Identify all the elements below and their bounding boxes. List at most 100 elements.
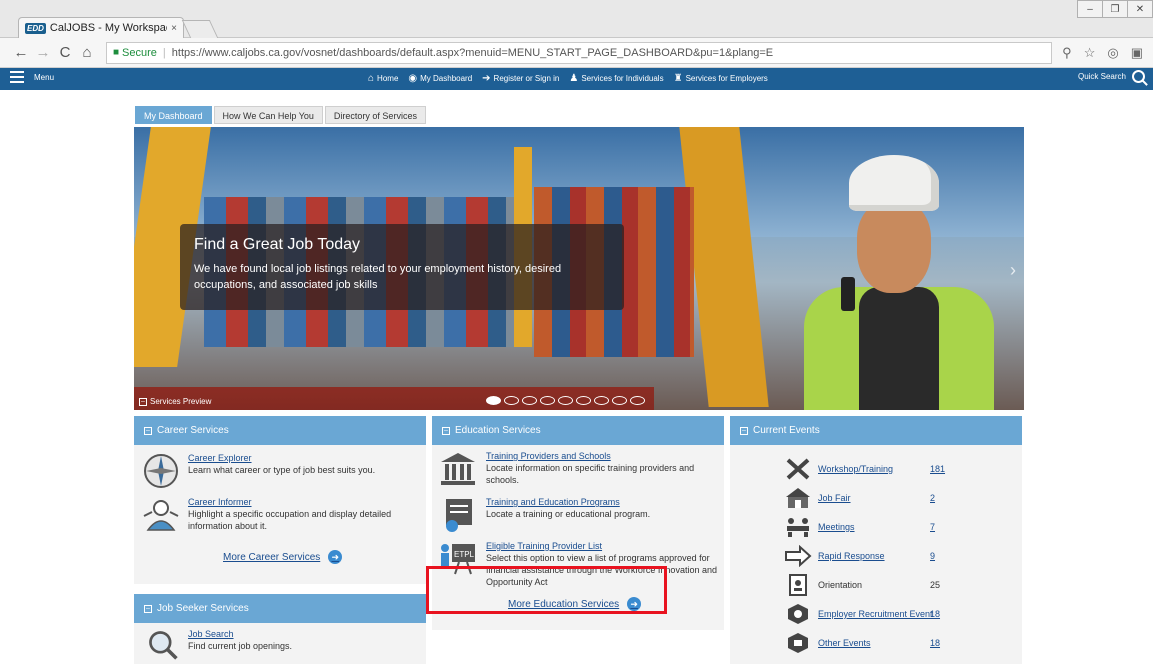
- event-name-link[interactable]: Employer Recruitment Event: [818, 609, 933, 619]
- event-count-link[interactable]: 9: [930, 551, 935, 561]
- bookmark-star-icon[interactable]: ☆: [1084, 45, 1096, 61]
- tools-icon: [786, 458, 810, 480]
- current-events-header[interactable]: – Current Events: [730, 416, 1022, 445]
- list-item: Job Search Find current job openings.: [146, 628, 416, 662]
- event-name-link[interactable]: Rapid Response: [818, 551, 930, 561]
- new-tab-button[interactable]: [181, 20, 219, 38]
- career-explorer-link[interactable]: Career Explorer: [188, 452, 375, 464]
- maximize-icon[interactable]: ❐: [1102, 0, 1128, 18]
- education-services-title: Education Services: [455, 425, 541, 436]
- event-count-link[interactable]: 181: [930, 464, 945, 474]
- job-search-desc: Find current job openings.: [188, 641, 293, 651]
- address-bar[interactable]: ■ Secure | https://www.caljobs.ca.gov/vo…: [106, 41, 1053, 64]
- chevron-right-icon[interactable]: ›: [1010, 260, 1016, 281]
- event-count-link[interactable]: 7: [930, 522, 935, 532]
- career-explorer-body: Career Explorer Learn what career or typ…: [188, 452, 375, 490]
- orientation-document-icon: [789, 574, 807, 596]
- career-explorer-desc: Learn what career or type of job best su…: [188, 465, 376, 475]
- nav-home-label: Home: [377, 74, 399, 83]
- current-events-panel: – Current Events Workshop/Training 181 J…: [730, 416, 1022, 664]
- minimize-icon[interactable]: –: [1077, 0, 1103, 18]
- collapse-box-icon: –: [144, 426, 152, 435]
- etpl-link[interactable]: Eligible Training Provider List: [486, 540, 718, 552]
- event-count-link[interactable]: 2: [930, 493, 935, 503]
- carousel-dot[interactable]: [522, 396, 537, 405]
- extension-icon[interactable]: ◎: [1107, 45, 1118, 61]
- hero-worker: [734, 147, 994, 410]
- event-name-link[interactable]: Meetings: [818, 522, 930, 532]
- nav-services-individuals[interactable]: ♟ Services for Individuals: [569, 73, 663, 84]
- list-item: Training and Education Programs Locate a…: [440, 496, 720, 534]
- window-close-icon[interactable]: ✕: [1127, 0, 1153, 18]
- education-services-header[interactable]: – Education Services: [432, 416, 724, 445]
- menu-button[interactable]: Menu: [10, 71, 54, 83]
- close-icon[interactable]: ×: [171, 23, 177, 34]
- back-arrow-icon[interactable]: ←: [10, 44, 32, 61]
- compass-icon: [144, 454, 178, 488]
- arrow-right-icon: ➜: [328, 550, 343, 564]
- window-controls: – ❐ ✕: [1077, 0, 1153, 18]
- secure-label: Secure: [122, 46, 157, 59]
- job-search-link[interactable]: Job Search: [188, 628, 292, 640]
- school-building-icon: [441, 453, 475, 485]
- tab-how-we-can-help[interactable]: How We Can Help You: [213, 106, 323, 124]
- lock-icon: ■: [113, 47, 120, 58]
- arrow-right-icon: ➜: [627, 597, 642, 611]
- carousel-dot[interactable]: [504, 396, 519, 405]
- event-name-link[interactable]: Job Fair: [818, 493, 930, 503]
- quick-search[interactable]: Quick Search: [1078, 70, 1145, 83]
- career-services-header[interactable]: – Career Services: [134, 416, 426, 445]
- address-separator: |: [162, 46, 166, 59]
- career-informer-desc: Highlight a specific occupation and disp…: [188, 509, 392, 531]
- carousel-dot[interactable]: [486, 396, 501, 405]
- career-informer-link[interactable]: Career Informer: [188, 496, 418, 508]
- nav-services-employers[interactable]: ♜ Services for Employers: [674, 73, 768, 84]
- carousel-dot[interactable]: [612, 396, 627, 405]
- more-career-services-link[interactable]: More Career Services ➜: [223, 550, 343, 564]
- list-item: Training Providers and Schools Locate in…: [438, 450, 720, 488]
- url-text: https://www.caljobs.ca.gov/vosnet/dashbo…: [171, 46, 774, 59]
- other-events-badge-icon: [788, 633, 808, 653]
- training-providers-link[interactable]: Training Providers and Schools: [486, 450, 716, 462]
- carousel-dot[interactable]: [594, 396, 609, 405]
- event-name-link[interactable]: Workshop/Training: [818, 464, 930, 474]
- forward-arrow-icon[interactable]: →: [32, 44, 54, 61]
- zoom-icon[interactable]: ⚲: [1062, 45, 1072, 61]
- event-name: Orientation: [818, 580, 863, 590]
- nav-my-dashboard[interactable]: ◉ My Dashboard: [408, 73, 472, 84]
- site-nav-links: ⌂ Home ◉ My Dashboard ➔ Register or Sign…: [368, 73, 768, 84]
- site-navbar: Menu ⌂ Home ◉ My Dashboard ➔ Register or…: [0, 68, 1153, 90]
- browser-toolbar: ← → C ⌂ ■ Secure | https://www.caljobs.c…: [0, 38, 1153, 68]
- nav-services-employers-label: Services for Employers: [685, 74, 768, 83]
- training-programs-desc: Locate a training or educational program…: [486, 509, 651, 519]
- training-providers-desc: Locate information on specific training …: [486, 463, 695, 485]
- carousel-dot[interactable]: [576, 396, 591, 405]
- tab-my-dashboard[interactable]: My Dashboard: [135, 106, 212, 124]
- dashboard-tabs: My Dashboard How We Can Help You Directo…: [135, 106, 426, 124]
- event-name-link[interactable]: Other Events: [818, 638, 930, 648]
- current-events-title: Current Events: [753, 425, 820, 436]
- carousel-dot[interactable]: [558, 396, 573, 405]
- more-education-services-link[interactable]: More Education Services ➜: [508, 597, 642, 611]
- carousel-dot[interactable]: [540, 396, 555, 405]
- browser-tab[interactable]: EDD CalJOBS - My Workspace ×: [18, 17, 184, 38]
- home-icon[interactable]: ⌂: [76, 44, 98, 61]
- job-seeker-services-panel: – Job Seeker Services Job Search Find cu…: [134, 594, 426, 664]
- carousel-dot[interactable]: [630, 396, 645, 405]
- hero-worker-radio: [841, 277, 855, 311]
- sign-in-icon: ➔: [482, 73, 491, 84]
- reload-icon[interactable]: C: [54, 44, 76, 61]
- services-preview-toggle[interactable]: – Services Preview: [139, 397, 211, 406]
- house-icon: ⌂: [368, 73, 375, 84]
- nav-home[interactable]: ⌂ Home: [368, 73, 398, 84]
- career-informer-body: Career Informer Highlight a specific occ…: [188, 496, 418, 534]
- nav-register-sign-in[interactable]: ➔ Register or Sign in: [482, 73, 559, 84]
- event-count-link[interactable]: 18: [930, 609, 940, 619]
- tab-directory-of-services[interactable]: Directory of Services: [324, 106, 426, 124]
- cast-icon[interactable]: ▣: [1131, 45, 1143, 61]
- hero-worker-shirt: [859, 287, 939, 410]
- event-count-link[interactable]: 18: [930, 638, 940, 648]
- job-seeker-services-header[interactable]: – Job Seeker Services: [134, 594, 426, 623]
- services-preview-label: Services Preview: [150, 397, 212, 406]
- training-programs-link[interactable]: Training and Education Programs: [486, 496, 650, 508]
